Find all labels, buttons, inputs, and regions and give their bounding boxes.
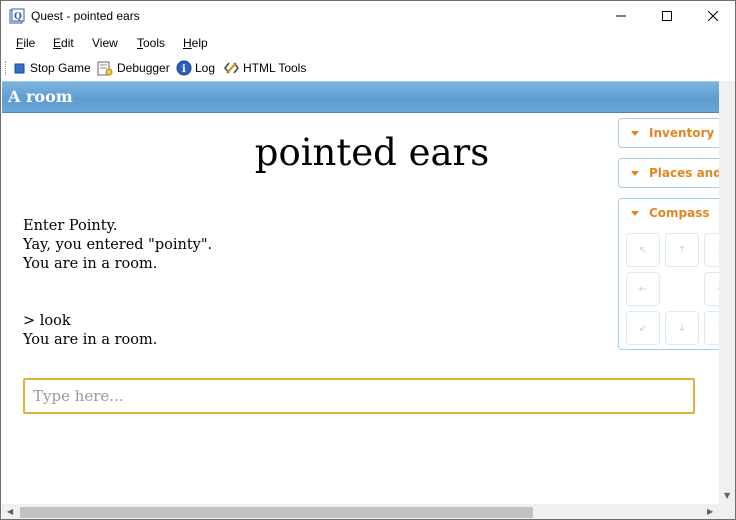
scroll-right-icon[interactable]: ▶ <box>707 507 713 516</box>
menu-tools[interactable]: Tools <box>137 36 165 50</box>
html-tools-label: HTML Tools <box>243 61 307 75</box>
output-line: Yay, you entered "pointy". <box>23 237 213 253</box>
debugger-button[interactable]: Debugger <box>96 59 170 77</box>
log-button[interactable]: i Log <box>176 59 215 77</box>
compass-panel: Compass ↖ ↑ ↗ ← → ↙ ↓ ↘ <box>618 198 719 350</box>
svg-text:i: i <box>182 64 186 75</box>
compass-southeast-button[interactable]: ↘ <box>704 311 719 345</box>
menu-edit-accel: E <box>53 36 62 50</box>
compass-east-button[interactable]: → <box>704 272 719 306</box>
output-block: Enter Pointy. Yay, you entered "pointy".… <box>23 217 212 274</box>
game-title: pointed ears <box>254 131 490 174</box>
scroll-left-icon[interactable]: ◀ <box>7 507 13 516</box>
horizontal-scrollbar[interactable]: ◀ ▶ <box>2 504 735 519</box>
menu-help-label: elp <box>191 36 208 50</box>
arrow-south-icon: ↓ <box>677 322 687 334</box>
menu-edit[interactable]: Edit <box>53 36 74 50</box>
stop-game-button[interactable]: Stop Game <box>13 59 91 77</box>
game-frame: A room pointed ears Enter Pointy. Yay, y… <box>2 81 719 504</box>
compass-label: Compass <box>649 206 710 220</box>
debugger-icon <box>97 61 113 76</box>
html-tools-button[interactable]: HTML Tools <box>223 59 306 77</box>
location-title: A room <box>8 87 73 106</box>
title-bar[interactable]: Q Quest - pointed ears <box>1 1 735 31</box>
compass-northeast-button[interactable]: ↗ <box>704 233 719 267</box>
places-label: Places and Objects <box>649 166 719 180</box>
debugger-label: Debugger <box>117 61 170 75</box>
output-line: You are in a room. <box>23 332 158 348</box>
compass-grid: ↖ ↑ ↗ ← → ↙ ↓ ↘ <box>619 227 719 349</box>
output-block: > look You are in a room. <box>23 312 157 350</box>
inventory-panel-heading[interactable]: Inventory <box>619 119 719 147</box>
menu-view[interactable]: View <box>92 36 118 50</box>
menu-help-accel: H <box>183 36 192 50</box>
close-button[interactable] <box>690 1 735 31</box>
horizontal-scroll-thumb[interactable] <box>20 507 533 518</box>
maximize-icon <box>662 11 672 21</box>
stop-game-label: Stop Game <box>30 61 91 75</box>
toolbar: Stop Game Debugger i Log HTML Tools <box>1 55 735 81</box>
menu-tools-label: ools <box>143 36 166 50</box>
location-bar: A room <box>2 81 719 113</box>
expand-arrow-icon <box>631 170 639 176</box>
menu-edit-label: dit <box>61 36 74 50</box>
places-panel[interactable]: Places and Objects <box>618 158 719 188</box>
output-line: You are in a room. <box>23 256 158 272</box>
output-line: Enter Pointy. <box>23 218 118 234</box>
arrow-west-icon: ← <box>638 283 648 295</box>
quest-window: Q Quest - pointed ears File Edit View To… <box>0 0 736 520</box>
scroll-down-icon[interactable]: ▼ <box>724 491 730 500</box>
quest-app-icon: Q <box>9 8 25 24</box>
toolbar-grip[interactable] <box>5 61 8 75</box>
arrow-southwest-icon: ↙ <box>638 322 648 334</box>
minimize-icon <box>616 15 626 17</box>
close-icon <box>708 11 718 21</box>
menu-file-label: ile <box>23 36 36 50</box>
compass-northwest-button[interactable]: ↖ <box>626 233 660 267</box>
arrow-north-icon: ↑ <box>677 244 687 256</box>
minimize-button[interactable] <box>598 1 644 31</box>
maximize-button[interactable] <box>644 1 690 31</box>
svg-text:Q: Q <box>14 12 22 22</box>
menu-bar: File Edit View Tools Help <box>1 31 735 55</box>
places-panel-heading[interactable]: Places and Objects <box>619 159 719 187</box>
vertical-scrollbar[interactable]: ▼ <box>719 81 735 504</box>
info-icon: i <box>176 60 192 76</box>
inventory-label: Inventory <box>649 126 715 140</box>
html-tools-icon <box>224 62 239 74</box>
compass-panel-heading[interactable]: Compass <box>619 199 719 227</box>
compass-north-button[interactable]: ↑ <box>665 233 699 267</box>
compass-west-button[interactable]: ← <box>626 272 660 306</box>
inventory-panel[interactable]: Inventory <box>618 118 719 148</box>
stop-icon <box>14 63 25 74</box>
log-label: Log <box>195 61 216 75</box>
expand-arrow-icon <box>631 210 639 216</box>
arrow-northwest-icon: ↖ <box>638 244 648 256</box>
menu-view-label: View <box>92 36 118 50</box>
compass-southwest-button[interactable]: ↙ <box>626 311 660 345</box>
menu-help[interactable]: Help <box>183 36 208 50</box>
compass-south-button[interactable]: ↓ <box>665 311 699 345</box>
expand-arrow-icon <box>631 130 639 136</box>
command-echo: > look <box>23 313 71 329</box>
window-title: Quest - pointed ears <box>31 9 140 23</box>
menu-file[interactable]: File <box>16 36 35 50</box>
command-input[interactable] <box>23 378 695 414</box>
